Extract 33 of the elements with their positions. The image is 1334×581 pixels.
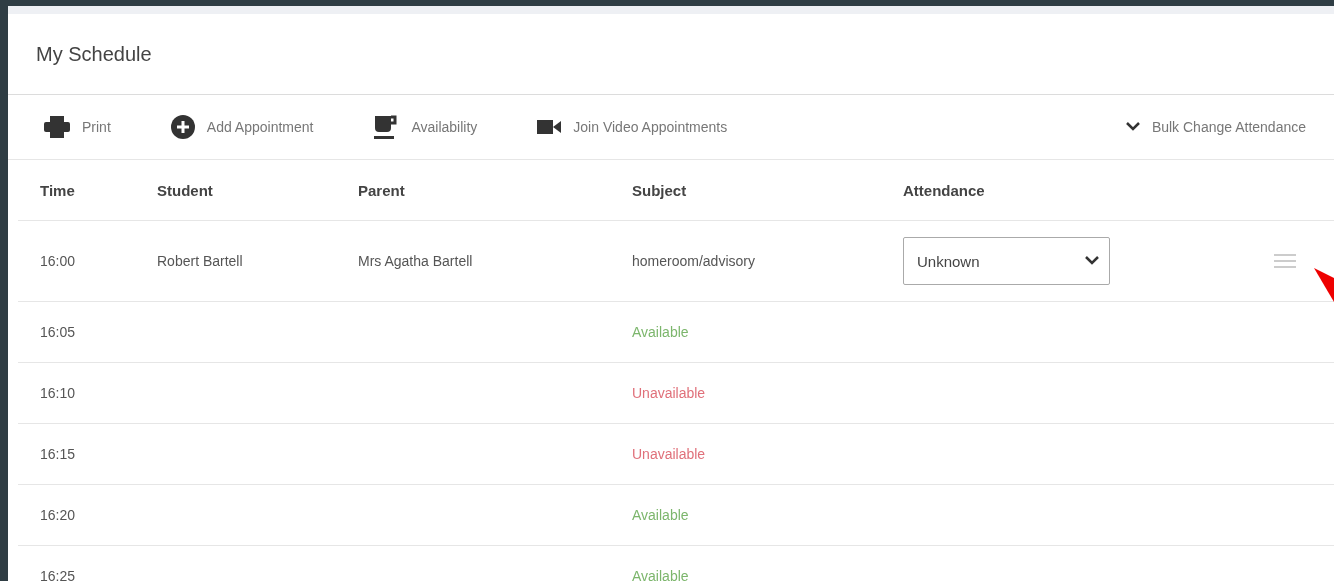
table-cell: Mrs Agatha Bartell <box>358 253 473 269</box>
chevron-down-icon <box>1125 122 1140 132</box>
status-text: Available <box>632 507 689 523</box>
plus-circle-icon <box>170 115 195 139</box>
table-cell: 16:15 <box>40 446 76 462</box>
video-camera-icon <box>537 119 562 135</box>
status-text: Available <box>632 568 689 581</box>
status-text: Unavailable <box>632 385 706 401</box>
table-cell: homeroom/advisory <box>632 253 755 269</box>
status-text: Unavailable <box>632 446 706 462</box>
status-text: Available <box>632 324 689 340</box>
table-cell: 16:20 <box>40 507 76 523</box>
toolbar-button[interactable]: Add Appointment <box>170 115 314 139</box>
table-cell: 16:10 <box>40 385 76 401</box>
toolbar-button[interactable]: Join Video Appointments <box>537 119 728 135</box>
table-cell: Robert Bartell <box>157 253 243 269</box>
page-title: My Schedule <box>36 42 152 66</box>
column-header: Subject <box>632 181 687 199</box>
column-header: Student <box>157 181 213 199</box>
cup-icon <box>373 114 400 140</box>
bulk-change-button[interactable]: Bulk Change Attendance <box>1125 119 1306 135</box>
table-cell: 16:00 <box>40 253 76 269</box>
arrow-icon <box>1314 268 1334 302</box>
table-cell: 16:05 <box>40 324 76 340</box>
column-header: Parent <box>358 181 405 199</box>
toolbar-button[interactable]: Print <box>44 116 111 138</box>
toolbar-button[interactable]: Availability <box>373 114 478 140</box>
table-cell: 16:25 <box>40 568 76 581</box>
attendance-select[interactable]: Unknown <box>903 237 1110 285</box>
column-header: Time <box>40 181 75 199</box>
menu-icon[interactable] <box>1274 254 1296 268</box>
column-header: Attendance <box>903 181 985 199</box>
chevron-down-icon <box>1085 256 1099 266</box>
